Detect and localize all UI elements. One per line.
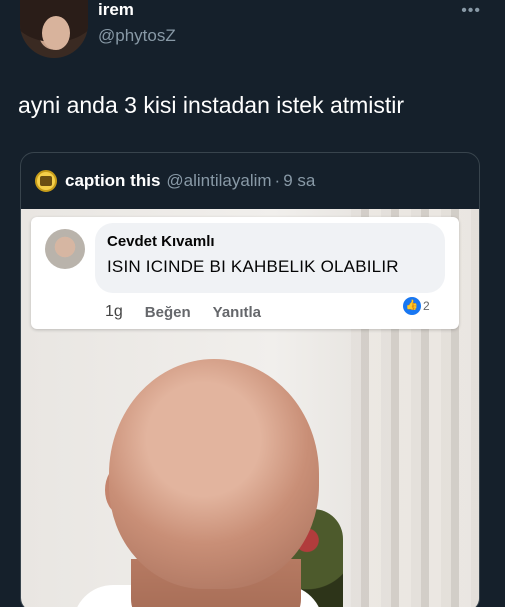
tweet-container: irem @phytosZ ••• ayni anda 3 kisi insta…: [0, 0, 505, 607]
quoted-tweet-header: caption this @alintilayalim · 9 sa: [35, 169, 315, 193]
facebook-comment: Cevdet Kıvamlı ISIN ICINDE BI KAHBELIK O…: [31, 217, 459, 329]
reaction-count: 2: [423, 299, 430, 313]
comment-reply-label: Yanıtla: [212, 303, 261, 321]
tweet-text: ayni anda 3 kisi instadan istek atmistir: [18, 92, 405, 118]
quoted-handle[interactable]: @alintilayalim: [166, 171, 271, 191]
comment-avatar: [45, 229, 85, 269]
more-options-icon[interactable]: •••: [461, 2, 481, 20]
comment-author: Cevdet Kıvamlı: [107, 233, 215, 250]
comment-bubble: Cevdet Kıvamlı ISIN ICINDE BI KAHBELIK O…: [95, 223, 445, 293]
comment-meta: 1g Beğen Yanıtla: [105, 303, 261, 321]
head-graphic: [109, 359, 319, 589]
quoted-name[interactable]: caption this: [65, 171, 160, 191]
comment-reactions: 👍 2: [403, 297, 430, 315]
comment-text: ISIN ICINDE BI KAHBELIK OLABILIR: [107, 257, 399, 276]
comment-like-label: Beğen: [144, 303, 191, 321]
quoted-avatar[interactable]: [35, 170, 57, 192]
quoted-timestamp[interactable]: 9 sa: [283, 171, 315, 191]
user-avatar[interactable]: [20, 0, 88, 58]
quoted-image[interactable]: Cevdet Kıvamlı ISIN ICINDE BI KAHBELIK O…: [21, 209, 479, 607]
avatar-face-graphic: [42, 16, 70, 50]
user-handle[interactable]: @phytosZ: [98, 26, 176, 46]
user-name[interactable]: irem: [98, 0, 134, 20]
quoted-avatar-graphic: [40, 176, 52, 186]
comment-time: 1g: [105, 303, 123, 320]
quoted-separator: ·: [274, 171, 281, 190]
thumbs-up-icon: 👍: [403, 297, 421, 315]
quoted-tweet[interactable]: caption this @alintilayalim · 9 sa Cevde…: [20, 152, 480, 607]
